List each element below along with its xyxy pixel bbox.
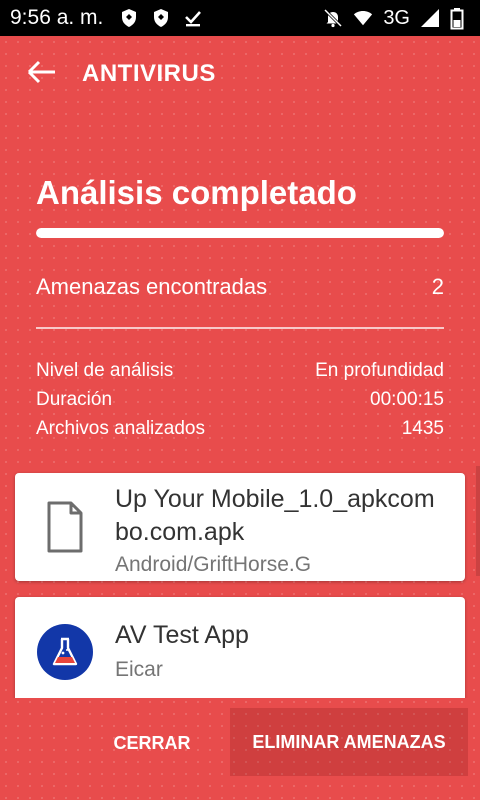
status-time: 9:56 a. m. — [10, 6, 104, 29]
av-test-logo — [37, 624, 93, 680]
signal-icon — [420, 8, 440, 28]
battery-icon — [450, 8, 470, 30]
stat-label: Nivel de análisis — [36, 360, 174, 381]
stat-label: Archivos analizados — [36, 418, 205, 439]
threat-card[interactable]: AV Test App Eicar — [15, 597, 465, 698]
network-type-label: 3G — [383, 6, 410, 29]
threat-card-text: Up Your Mobile_1.0_apkcombo.com.apk Andr… — [115, 473, 449, 581]
app-bar: ANTIVIRUS — [0, 36, 480, 112]
status-notification-icons — [119, 8, 203, 28]
bottom-action-bar: CERRAR ELIMINAR AMENAZAS — [0, 698, 480, 800]
status-system-icons: 3G — [323, 7, 470, 30]
threat-name: Eicar — [115, 658, 163, 681]
divider — [36, 327, 444, 329]
checkmark-icon — [183, 8, 203, 28]
shield-icon — [151, 8, 171, 28]
back-button[interactable] — [12, 44, 72, 104]
threat-results-list[interactable]: Up Your Mobile_1.0_apkcombo.com.apk Andr… — [0, 470, 480, 698]
remove-threats-button[interactable]: ELIMINAR AMENAZAS — [230, 708, 468, 776]
notifications-off-icon — [323, 8, 343, 28]
stat-value: En profundidad — [315, 360, 444, 381]
threats-found-label: Amenazas encontradas — [36, 274, 268, 299]
shield-icon — [119, 8, 139, 28]
file-icon — [15, 473, 115, 581]
stat-row-files-scanned: Archivos analizados 1435 — [36, 415, 444, 444]
stat-value: 00:00:15 — [370, 389, 444, 410]
flask-app-icon — [15, 597, 115, 698]
scrollbar[interactable] — [476, 466, 480, 576]
wifi-icon — [353, 8, 373, 28]
threat-card-text: AV Test App Eicar — [115, 597, 263, 698]
scan-progress-bar — [36, 228, 444, 238]
antivirus-screen: 9:56 a. m. 3G ANTIVIRUS Análisis complet… — [0, 0, 480, 800]
stat-label: Duración — [36, 389, 113, 410]
threat-name: Android/GriftHorse.G — [115, 553, 312, 576]
arrow-back-icon — [27, 60, 57, 89]
stat-value: 1435 — [401, 418, 444, 439]
threat-app-name: AV Test App — [115, 621, 249, 649]
threats-found-row: Amenazas encontradas 2 — [36, 274, 444, 300]
scan-stats: Nivel de análisis En profundidad Duració… — [36, 357, 444, 444]
app-title: ANTIVIRUS — [82, 60, 216, 87]
scan-status-title: Análisis completado — [36, 174, 357, 211]
stat-row-scan-level: Nivel de análisis En profundidad — [36, 357, 444, 386]
threats-found-count: 2 — [431, 274, 444, 299]
threat-app-name: Up Your Mobile_1.0_apkcombo.com.apk — [115, 485, 435, 546]
close-button[interactable]: CERRAR — [96, 710, 208, 776]
stat-row-duration: Duración 00:00:15 — [36, 386, 444, 415]
scan-progress-fill — [36, 228, 444, 238]
status-bar: 9:56 a. m. 3G — [0, 0, 480, 36]
threat-card[interactable]: Up Your Mobile_1.0_apkcombo.com.apk Andr… — [15, 473, 465, 581]
